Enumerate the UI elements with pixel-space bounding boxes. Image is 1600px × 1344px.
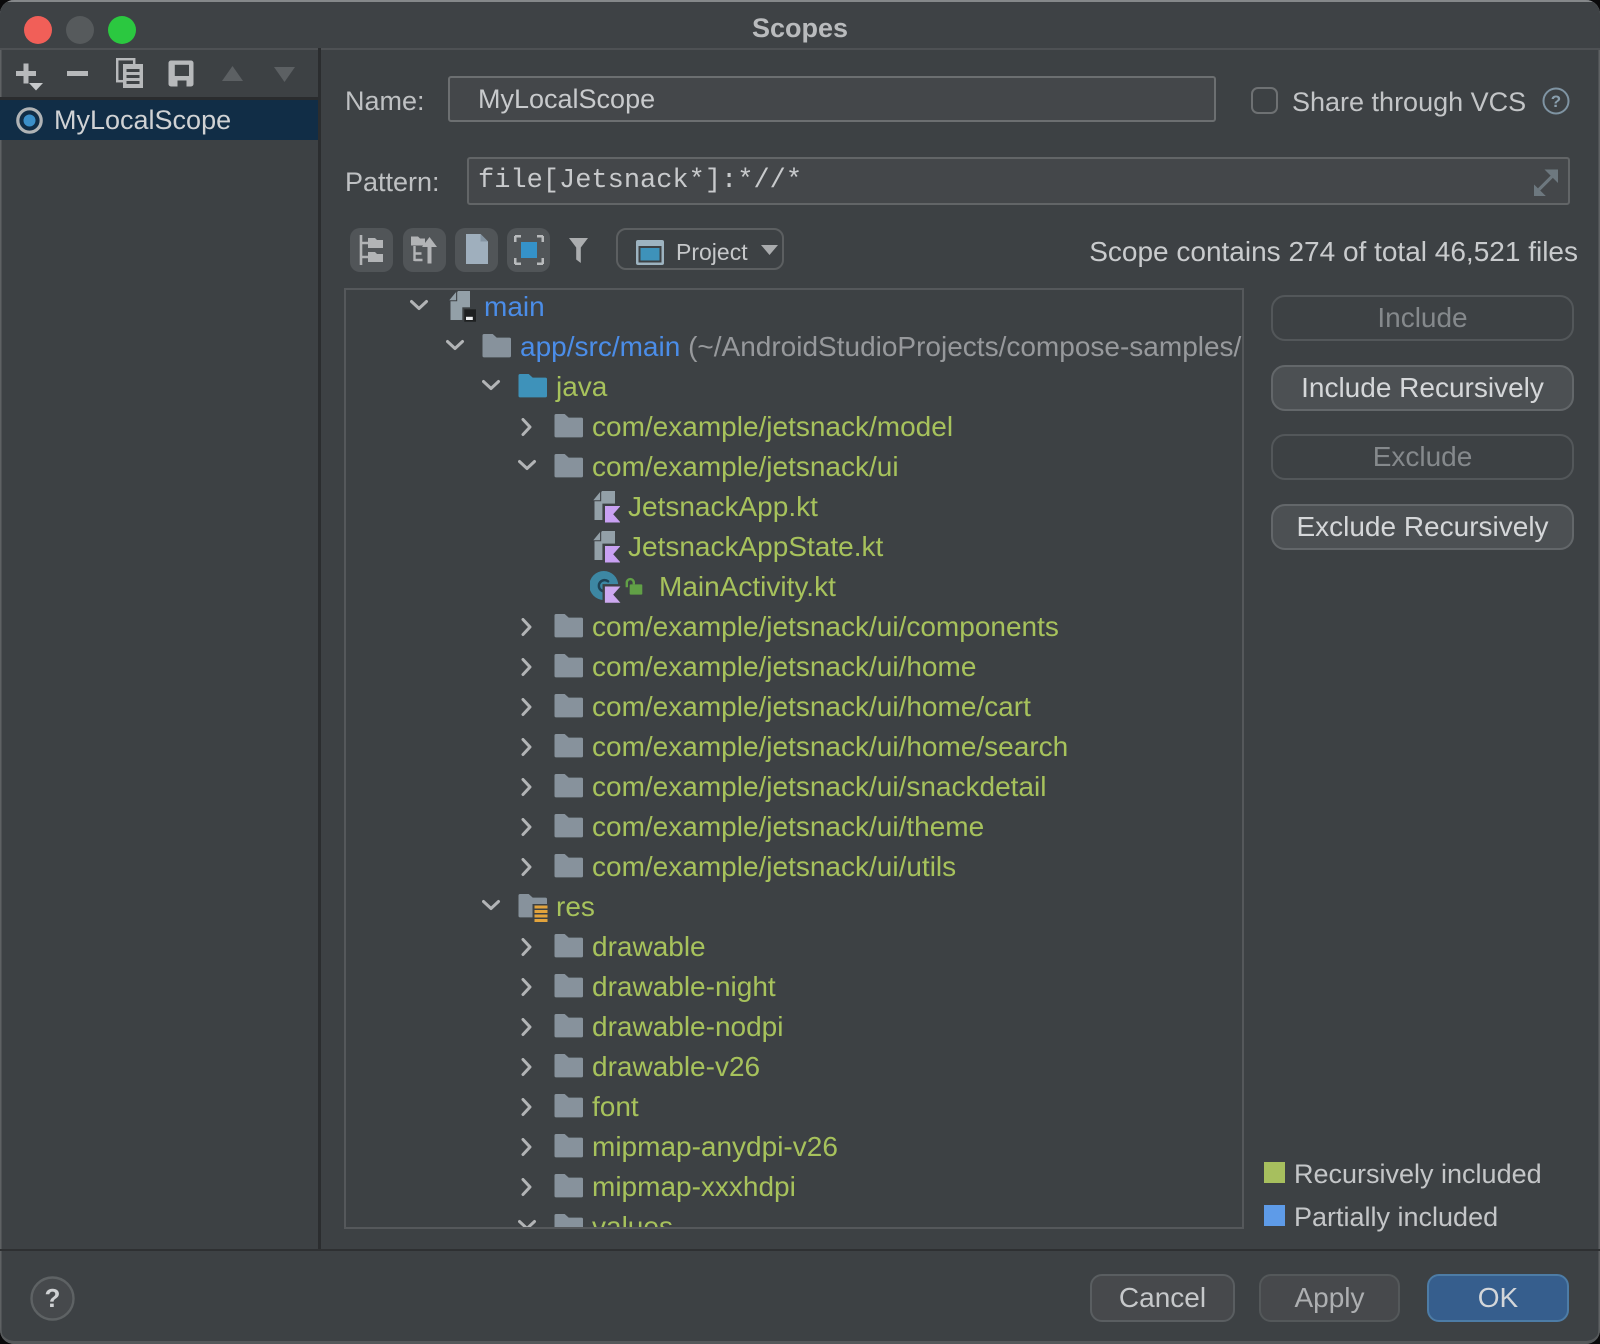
svg-text:?: ? — [45, 1283, 61, 1313]
svg-text:?: ? — [1551, 92, 1561, 111]
